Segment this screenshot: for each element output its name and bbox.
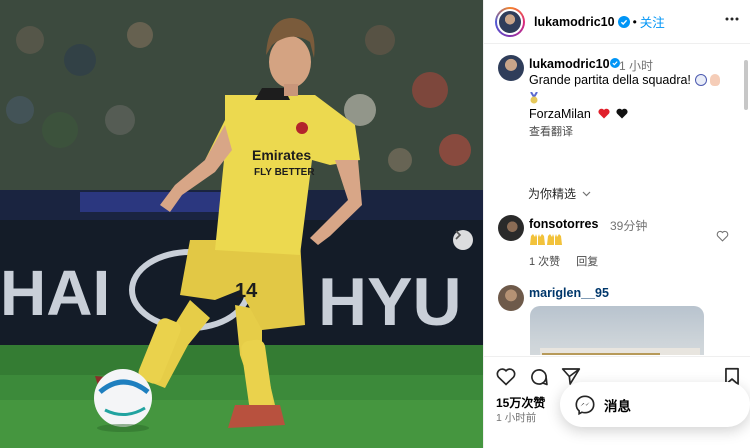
post-likes-count[interactable]: 15万次赞 bbox=[496, 394, 545, 411]
follow-button[interactable]: 关注 bbox=[640, 12, 665, 31]
medal-emoji-icon bbox=[530, 92, 538, 104]
shirt-sponsor: Emirates bbox=[252, 147, 311, 163]
post-author-username[interactable]: lukamodric10 bbox=[534, 15, 615, 29]
commenter-username[interactable]: fonsotorres bbox=[529, 217, 598, 231]
comment-icon[interactable] bbox=[529, 367, 549, 387]
see-translation-link[interactable]: 查看翻译 bbox=[529, 123, 573, 139]
messages-label: 消息 bbox=[604, 398, 631, 414]
chevron-down-icon bbox=[582, 191, 591, 197]
black-heart-emoji-icon bbox=[616, 108, 628, 119]
raising-hands-emoji-icon bbox=[530, 234, 562, 245]
comment-text bbox=[529, 233, 563, 251]
like-comment-heart-icon[interactable] bbox=[716, 230, 729, 242]
comment-likes-count[interactable]: 1 次赞 bbox=[529, 256, 560, 268]
reply-button[interactable]: 回复 bbox=[576, 256, 598, 268]
flexed-bicep-emoji-icon bbox=[709, 74, 720, 86]
shorts-number: 14 bbox=[235, 280, 258, 302]
verified-badge-icon bbox=[617, 15, 630, 28]
post-timestamp: 1 小时前 bbox=[496, 412, 537, 424]
post-header: lukamodric10 • 关注 bbox=[484, 0, 750, 44]
more-options-icon[interactable] bbox=[725, 12, 739, 26]
next-image-button[interactable] bbox=[453, 230, 473, 250]
comment-sort-selector[interactable]: 为你精选 bbox=[528, 185, 591, 202]
caption-username[interactable]: lukamodric10 bbox=[529, 57, 610, 71]
profile-avatar[interactable] bbox=[495, 6, 525, 37]
caption-time: 1 小时 bbox=[619, 59, 654, 73]
post-caption: lukamodric10 1 小时 Grande partita della s… bbox=[498, 55, 720, 138]
comment-meta: 1 次赞 回复 bbox=[529, 253, 611, 269]
commenter-username[interactable]: mariglen__95 bbox=[529, 286, 609, 300]
comment-sort-label: 为你精选 bbox=[528, 187, 577, 201]
soccer-ball-emoji-icon bbox=[694, 74, 707, 86]
red-heart-emoji-icon bbox=[598, 108, 610, 119]
post-media: HAI HYU 14 Emirates FLY BETTER bbox=[0, 0, 483, 448]
comments-area[interactable]: lukamodric10 1 小时 Grande partita della s… bbox=[484, 45, 746, 355]
messenger-icon bbox=[575, 394, 595, 415]
caption-avatar[interactable] bbox=[498, 55, 524, 81]
post-panel: lukamodric10 • 关注 lukamodric10 1 小时 Gran… bbox=[483, 0, 750, 448]
board-text-left: HAI bbox=[0, 257, 110, 329]
like-heart-icon[interactable] bbox=[496, 367, 516, 386]
commenter-avatar[interactable] bbox=[498, 285, 524, 311]
comments-scrollbar[interactable] bbox=[744, 60, 748, 110]
messages-button[interactable]: 消息 bbox=[560, 382, 750, 427]
comment-time: 39分钟 bbox=[610, 219, 648, 233]
comment-image[interactable] bbox=[530, 306, 704, 355]
chevron-right-icon bbox=[455, 230, 462, 240]
separator-dot: • bbox=[632, 14, 637, 29]
match-photo: HAI HYU 14 Emirates FLY BETTER bbox=[0, 0, 483, 448]
caption-text-line1: Grande partita della squadra! bbox=[529, 73, 720, 87]
board-text-right: HYU bbox=[318, 264, 462, 340]
caption-text-line2: ForzaMilan bbox=[529, 107, 628, 121]
commenter-avatar[interactable] bbox=[498, 215, 524, 241]
shirt-sponsor-sub: FLY BETTER bbox=[254, 167, 315, 178]
